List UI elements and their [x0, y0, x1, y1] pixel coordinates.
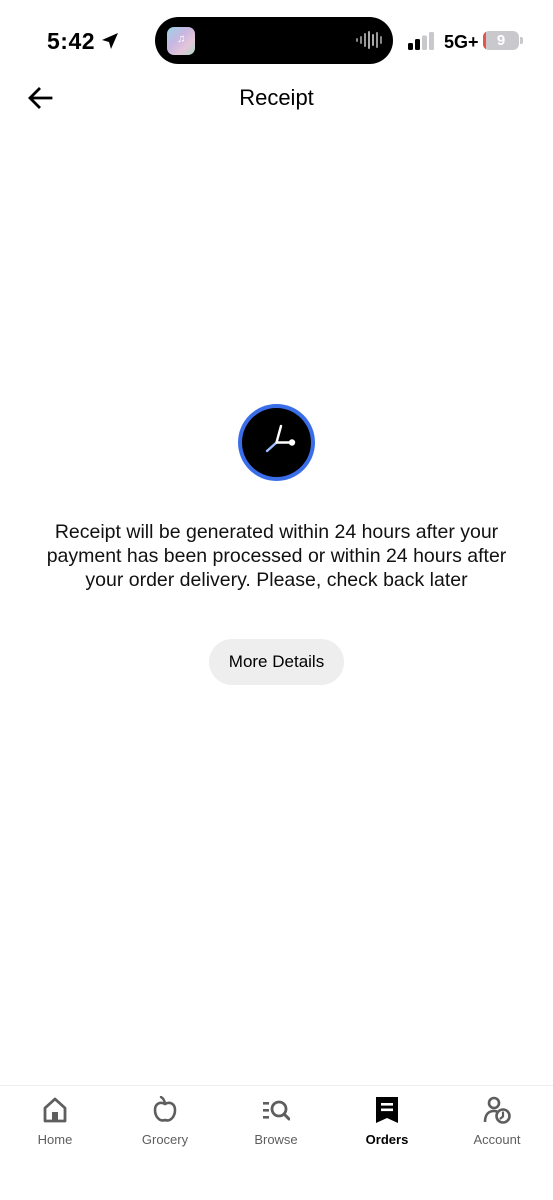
nav-label-browse: Browse — [254, 1132, 298, 1147]
nav-item-grocery[interactable]: Grocery — [120, 1094, 210, 1154]
nav-item-account[interactable]: Account — [452, 1094, 542, 1154]
location-arrow-icon — [102, 33, 118, 49]
browse-search-icon — [263, 1100, 290, 1121]
cellular-signal-icon — [408, 32, 434, 50]
nav-label-home: Home — [37, 1132, 73, 1147]
battery-cap — [520, 37, 523, 44]
battery-level: 9 — [496, 32, 506, 49]
app-icon: ♫ — [167, 27, 195, 55]
nav-label-account: Account — [473, 1132, 521, 1147]
nav-item-browse[interactable]: Browse — [231, 1094, 321, 1154]
nav-label-grocery: Grocery — [141, 1132, 189, 1147]
status-time: 5:42 — [47, 28, 96, 54]
header: Receipt — [0, 70, 553, 126]
home-icon — [43, 1097, 67, 1123]
status-bar: 5:42 ♫ 5G+ 9 — [0, 0, 553, 80]
nav-item-orders[interactable]: Orders — [342, 1094, 432, 1154]
page-title: Receipt — [239, 85, 314, 110]
network-type: 5G+ — [444, 32, 479, 52]
receipt-icon — [376, 1097, 398, 1123]
apple-icon — [153, 1096, 177, 1122]
nav-label-orders: Orders — [365, 1132, 409, 1147]
audio-wave-icon — [356, 31, 382, 49]
bottom-nav: Home Grocery Browse Orders Account — [0, 1085, 553, 1200]
more-details-button[interactable]: More Details — [209, 639, 344, 685]
clock-hands — [265, 424, 296, 453]
dynamic-island: ♫ — [155, 17, 393, 64]
receipt-pending-message: Receipt will be generated within 24 hour… — [46, 521, 507, 591]
account-icon — [483, 1096, 511, 1124]
nav-item-home[interactable]: Home — [10, 1094, 100, 1154]
battery-icon: 9 — [483, 31, 519, 50]
clock-icon — [238, 404, 315, 481]
